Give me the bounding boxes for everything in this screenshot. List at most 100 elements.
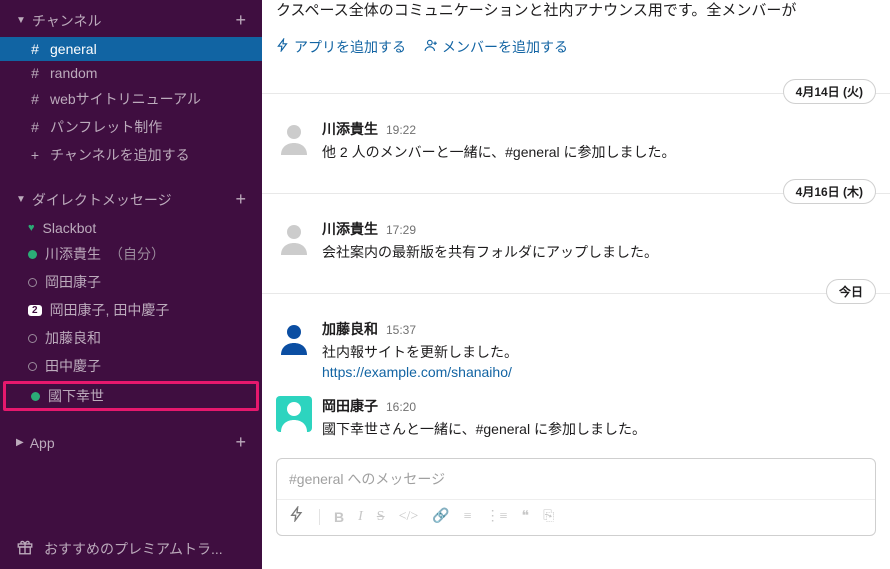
- sidebar: ▼ チャンネル + # general # random # webサイトリニューアル…: [0, 0, 262, 569]
- bolt-icon: [276, 38, 290, 55]
- channel-label: パンフレット制作: [50, 117, 162, 137]
- date-divider: 4月14日 (火): [262, 79, 890, 107]
- message-input[interactable]: #general へのメッセージ: [277, 459, 875, 499]
- channel-random[interactable]: # random: [0, 61, 262, 85]
- date-pill[interactable]: 今日: [826, 279, 876, 304]
- dm-kunishita[interactable]: 國下幸世: [3, 381, 259, 411]
- main-panel: クスペース全体のコミュニケーションと社内アナウンス用です。全メンバーが アプリを…: [262, 0, 890, 569]
- message-text: 國下幸世さんと一緒に、#general に参加しました。: [322, 416, 874, 440]
- add-member-link[interactable]: メンバーを追加する: [424, 37, 568, 57]
- add-member-label: メンバーを追加する: [442, 37, 568, 57]
- dm-header[interactable]: ▼ ダイレクトメッセージ +: [0, 179, 262, 216]
- dm-label: 加藤良和: [45, 328, 101, 348]
- avatar[interactable]: [276, 219, 312, 255]
- dm-label: 岡田康子, 田中慶子: [50, 300, 170, 320]
- code-icon[interactable]: </>: [399, 509, 419, 525]
- message-author[interactable]: 加藤良和: [322, 319, 378, 339]
- heart-icon: ♥: [28, 222, 35, 234]
- dm-slackbot[interactable]: ♥ Slackbot: [0, 216, 262, 240]
- channel-label: random: [50, 65, 97, 81]
- app-title: App: [30, 435, 55, 451]
- caret-down-icon: ▼: [16, 15, 26, 26]
- caret-down-icon: ▼: [16, 194, 26, 205]
- presence-away-icon: [28, 362, 37, 371]
- premium-promo-label: おすすめのプレミアムトラ...: [44, 539, 223, 559]
- composer-toolbar: B I S </> 🔗 ≡ ⋮≡ ❝ ⎘: [277, 499, 875, 535]
- hash-icon: #: [28, 119, 42, 135]
- dm-self[interactable]: 川添貴生 （自分）: [0, 240, 262, 268]
- channel-web-renewal[interactable]: # webサイトリニューアル: [0, 85, 262, 113]
- dm-label: 國下幸世: [48, 386, 104, 406]
- gift-icon: [16, 538, 34, 559]
- link-icon[interactable]: 🔗: [432, 508, 449, 525]
- presence-active-icon: [28, 250, 37, 259]
- group-count-badge: 2: [28, 305, 42, 316]
- dm-label: 川添貴生: [45, 244, 101, 264]
- message-text: 会社案内の最新版を共有フォルダにアップしました。: [322, 239, 874, 263]
- add-channel-icon[interactable]: +: [235, 10, 246, 31]
- message-author[interactable]: 川添貴生: [322, 219, 378, 239]
- dm-label: 岡田康子: [45, 272, 101, 292]
- date-pill[interactable]: 4月16日 (木): [783, 179, 876, 204]
- message-time: 16:20: [386, 400, 416, 414]
- avatar[interactable]: [276, 119, 312, 155]
- message-author[interactable]: 岡田康子: [322, 396, 378, 416]
- italic-icon[interactable]: I: [358, 509, 363, 525]
- channel-general[interactable]: # general: [0, 37, 262, 61]
- add-dm-icon[interactable]: +: [235, 189, 246, 210]
- dm-kato[interactable]: 加藤良和: [0, 324, 262, 352]
- presence-away-icon: [28, 278, 37, 287]
- dm-label: 田中慶子: [45, 356, 101, 376]
- message-text: 社内報サイトを更新しました。: [322, 339, 874, 363]
- channels-header[interactable]: ▼ チャンネル +: [0, 0, 262, 37]
- channels-title: チャンネル: [32, 11, 102, 31]
- message-composer: #general へのメッセージ B I S </> 🔗 ≡ ⋮≡ ❝ ⎘: [276, 458, 876, 536]
- dm-title: ダイレクトメッセージ: [32, 190, 172, 210]
- date-divider: 今日: [262, 279, 890, 307]
- message-link[interactable]: https://example.com/shanaiho/: [322, 364, 874, 380]
- dm-okada[interactable]: 岡田康子: [0, 268, 262, 296]
- blockquote-icon[interactable]: ❝: [522, 508, 530, 525]
- message: 岡田康子 16:20 國下幸世さんと一緒に、#general に参加しました。: [262, 390, 890, 450]
- caret-right-icon: ▶: [16, 437, 24, 448]
- date-divider: 4月16日 (木): [262, 179, 890, 207]
- add-app-label: アプリを追加する: [294, 37, 406, 57]
- dm-suffix: （自分）: [109, 244, 165, 264]
- message-time: 15:37: [386, 323, 416, 337]
- hash-icon: #: [28, 65, 42, 81]
- message-time: 19:22: [386, 123, 416, 137]
- message: 川添貴生 17:29 会社案内の最新版を共有フォルダにアップしました。: [262, 213, 890, 273]
- dm-tanaka[interactable]: 田中慶子: [0, 352, 262, 380]
- shortcuts-icon[interactable]: [289, 506, 305, 527]
- message: 加藤良和 15:37 社内報サイトを更新しました。 https://example…: [262, 313, 890, 389]
- add-app-icon[interactable]: +: [235, 432, 246, 453]
- strikethrough-icon[interactable]: S: [377, 509, 385, 525]
- channel-description: クスペース全体のコミュニケーションと社内アナウンス用です。全メンバーが: [276, 0, 890, 33]
- avatar[interactable]: [276, 396, 312, 432]
- dm-label: Slackbot: [43, 220, 97, 236]
- bullet-list-icon[interactable]: ⋮≡: [486, 508, 508, 525]
- date-pill[interactable]: 4月14日 (火): [783, 79, 876, 104]
- bold-icon[interactable]: B: [334, 509, 344, 525]
- add-channel-label: チャンネルを追加する: [50, 145, 190, 165]
- message-text: 他 2 人のメンバーと一緒に、#general に参加しました。: [322, 139, 874, 163]
- ordered-list-icon[interactable]: ≡: [464, 509, 472, 525]
- dm-group[interactable]: 2 岡田康子, 田中慶子: [0, 296, 262, 324]
- channel-label: webサイトリニューアル: [50, 89, 201, 109]
- channel-label: general: [50, 41, 97, 57]
- app-header[interactable]: ▶ App +: [0, 422, 262, 459]
- premium-promo[interactable]: おすすめのプレミアムトラ...: [0, 528, 262, 569]
- channel-pamphlet[interactable]: # パンフレット制作: [0, 113, 262, 141]
- message-time: 17:29: [386, 223, 416, 237]
- top-links: アプリを追加する メンバーを追加する: [262, 33, 890, 73]
- hash-icon: #: [28, 91, 42, 107]
- message-author[interactable]: 川添貴生: [322, 119, 378, 139]
- add-app-link[interactable]: アプリを追加する: [276, 37, 406, 57]
- code-block-icon[interactable]: ⎘: [543, 509, 554, 525]
- presence-active-icon: [31, 392, 40, 401]
- hash-icon: #: [28, 41, 42, 57]
- plus-icon: +: [28, 147, 42, 163]
- add-channel-link[interactable]: + チャンネルを追加する: [0, 141, 262, 169]
- avatar[interactable]: [276, 319, 312, 355]
- person-add-icon: [424, 38, 438, 55]
